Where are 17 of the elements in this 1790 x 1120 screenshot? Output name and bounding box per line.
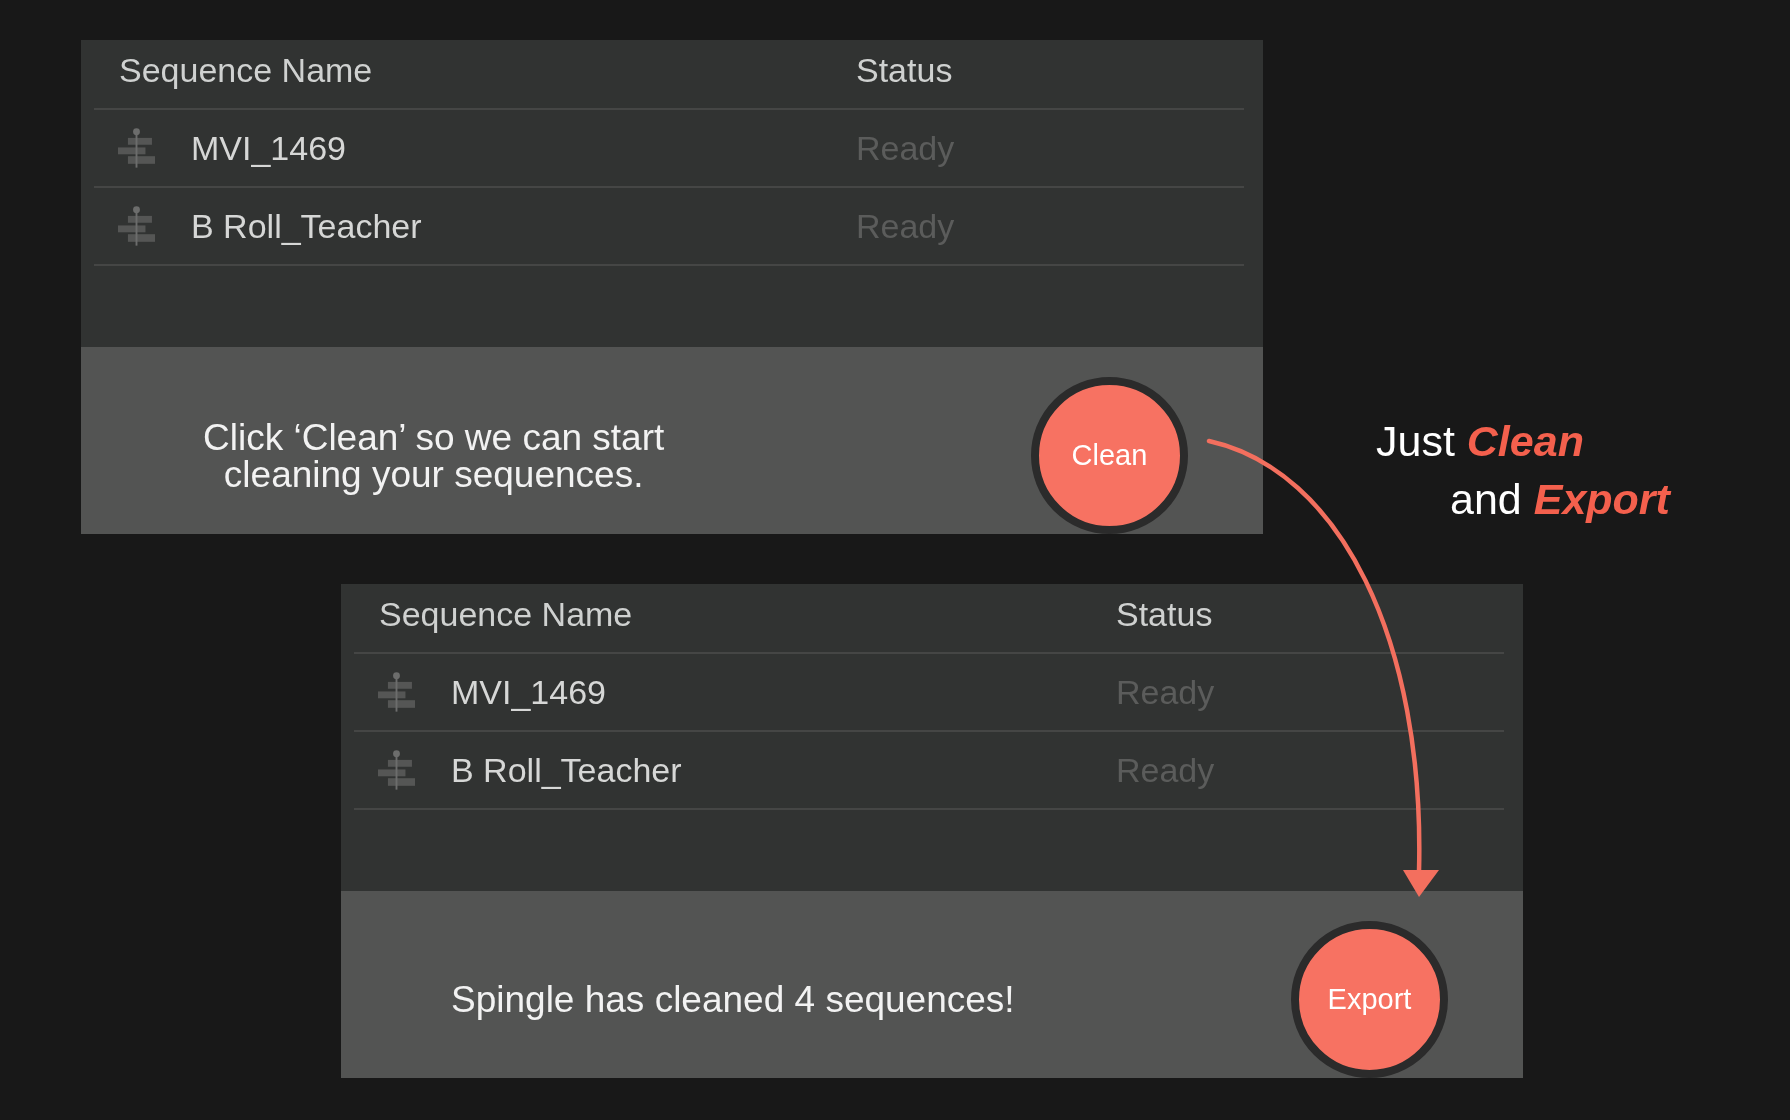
sequence-name: MVI_1469 [451, 672, 606, 712]
sequence-name: B Roll_Teacher [191, 206, 422, 246]
action-button[interactable]: Clean [1031, 377, 1188, 534]
footer-message: Spingle has cleaned 4 sequences! [451, 981, 1015, 1018]
sequence-icon [378, 750, 415, 790]
column-header: Status [1116, 596, 1213, 635]
tagline-text: Just Clean and Export [1376, 416, 1670, 525]
column-header: Status [856, 52, 953, 91]
sequence-icon [118, 206, 155, 246]
action-button[interactable]: Export [1291, 921, 1448, 1078]
footer-message: Click ‘Clean’ so we can start cleaning your sequences. [203, 418, 665, 493]
sequence-name: MVI_1469 [191, 128, 346, 168]
column-header: Sequence Name [119, 52, 373, 91]
sequence-name: B Roll_Teacher [451, 750, 682, 790]
sequence-icon [118, 128, 155, 168]
sequence-icon [378, 672, 415, 712]
column-header: Sequence Name [379, 596, 633, 635]
